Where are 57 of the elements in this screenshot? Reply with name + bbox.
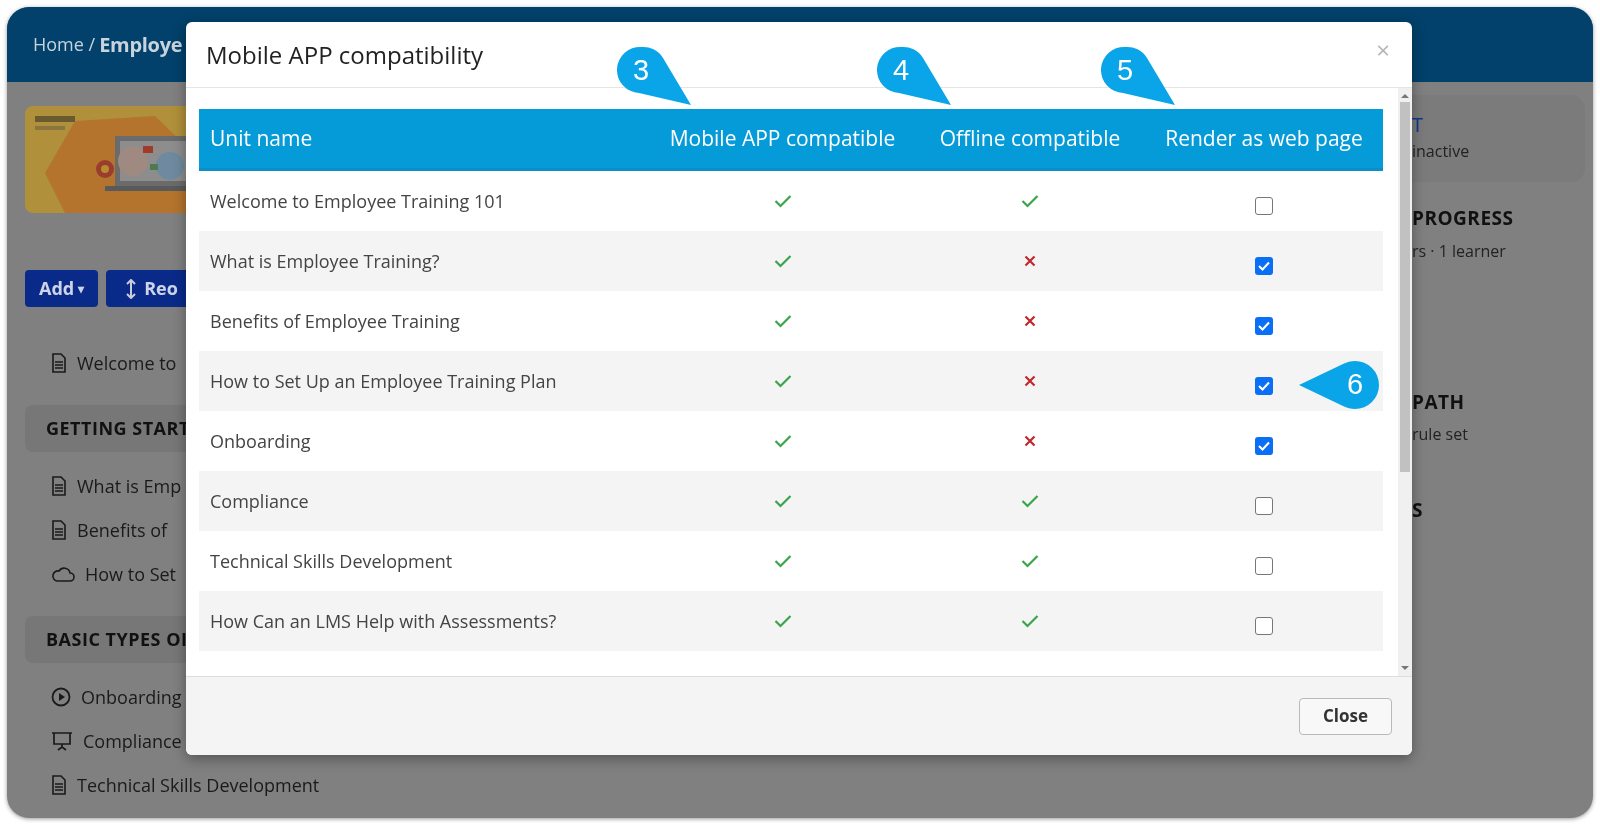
scrollbar[interactable] (1398, 88, 1412, 676)
unit-name: Compliance (210, 487, 309, 515)
section-text: rule set (1412, 422, 1469, 446)
presentation-icon (51, 731, 73, 751)
checkbox[interactable] (1255, 557, 1273, 575)
play-icon (51, 687, 71, 707)
status-text: inactive (1412, 138, 1471, 163)
unit-link[interactable]: Technical Skills Development (77, 771, 320, 799)
unit-link[interactable]: Onboarding (81, 683, 182, 711)
vertical-arrows-icon (126, 278, 137, 299)
unit-link[interactable]: Benefits of (77, 516, 168, 544)
callout-number: 5 (1115, 54, 1135, 86)
unit-name: Onboarding (210, 427, 311, 455)
breadcrumb-current: Employe (99, 29, 183, 60)
callout-number: 3 (631, 54, 651, 86)
unit-name: What is Employee Training? (210, 247, 440, 275)
checkbox[interactable] (1255, 317, 1273, 335)
checkbox[interactable] (1255, 497, 1273, 515)
unit-name: Welcome to Employee Training 101 (210, 187, 505, 215)
unit-name: How to Set Up an Employee Training Plan (210, 367, 557, 395)
section-title: PROGRESS (1412, 204, 1515, 233)
section-header[interactable]: BASIC TYPES OI (25, 616, 186, 663)
checkbox[interactable] (1255, 257, 1273, 275)
section-text: rs · 1 learner (1412, 238, 1507, 263)
document-icon (51, 353, 67, 373)
document-icon (51, 476, 67, 496)
breadcrumb-link[interactable]: Home / (33, 31, 96, 58)
column-header: Offline compatible (939, 122, 1121, 154)
section-header[interactable]: GETTING START (25, 405, 186, 452)
checkbox[interactable] (1255, 197, 1273, 215)
document-icon (51, 775, 67, 795)
scrollbar-thumb[interactable] (1400, 102, 1410, 472)
section-title: PATH (1412, 387, 1466, 416)
reorder-button[interactable]: Reo (106, 270, 186, 307)
section-title: BASIC TYPES OI (46, 626, 188, 653)
unit-name: How Can an LMS Help with Assessments? (210, 607, 557, 635)
add-button[interactable]: Add ▾ (25, 270, 99, 307)
column-header: Unit name (210, 122, 313, 154)
column-header: Render as web page (1165, 122, 1363, 154)
checkbox[interactable] (1255, 437, 1273, 455)
card-title[interactable]: T (1412, 114, 1585, 135)
unit-link[interactable]: How to Set (85, 560, 177, 588)
close-button[interactable]: Close (1299, 697, 1392, 735)
cloud-icon (51, 566, 75, 582)
unit-link[interactable]: Compliance (83, 727, 182, 755)
callout-number: 6 (1345, 368, 1365, 400)
unit-link[interactable]: What is Emp (77, 472, 182, 500)
checkbox[interactable] (1255, 617, 1273, 635)
modal-title: Mobile APP compatibility (206, 36, 484, 73)
unit-link[interactable]: Welcome to (77, 349, 177, 377)
callout-number: 4 (891, 54, 911, 86)
column-header: Mobile APP compatible (669, 122, 896, 154)
section-title: S (1412, 497, 1423, 523)
checkbox[interactable] (1255, 377, 1273, 395)
unit-name: Benefits of Employee Training (210, 307, 460, 335)
document-icon (51, 520, 67, 540)
unit-name: Technical Skills Development (210, 547, 453, 575)
